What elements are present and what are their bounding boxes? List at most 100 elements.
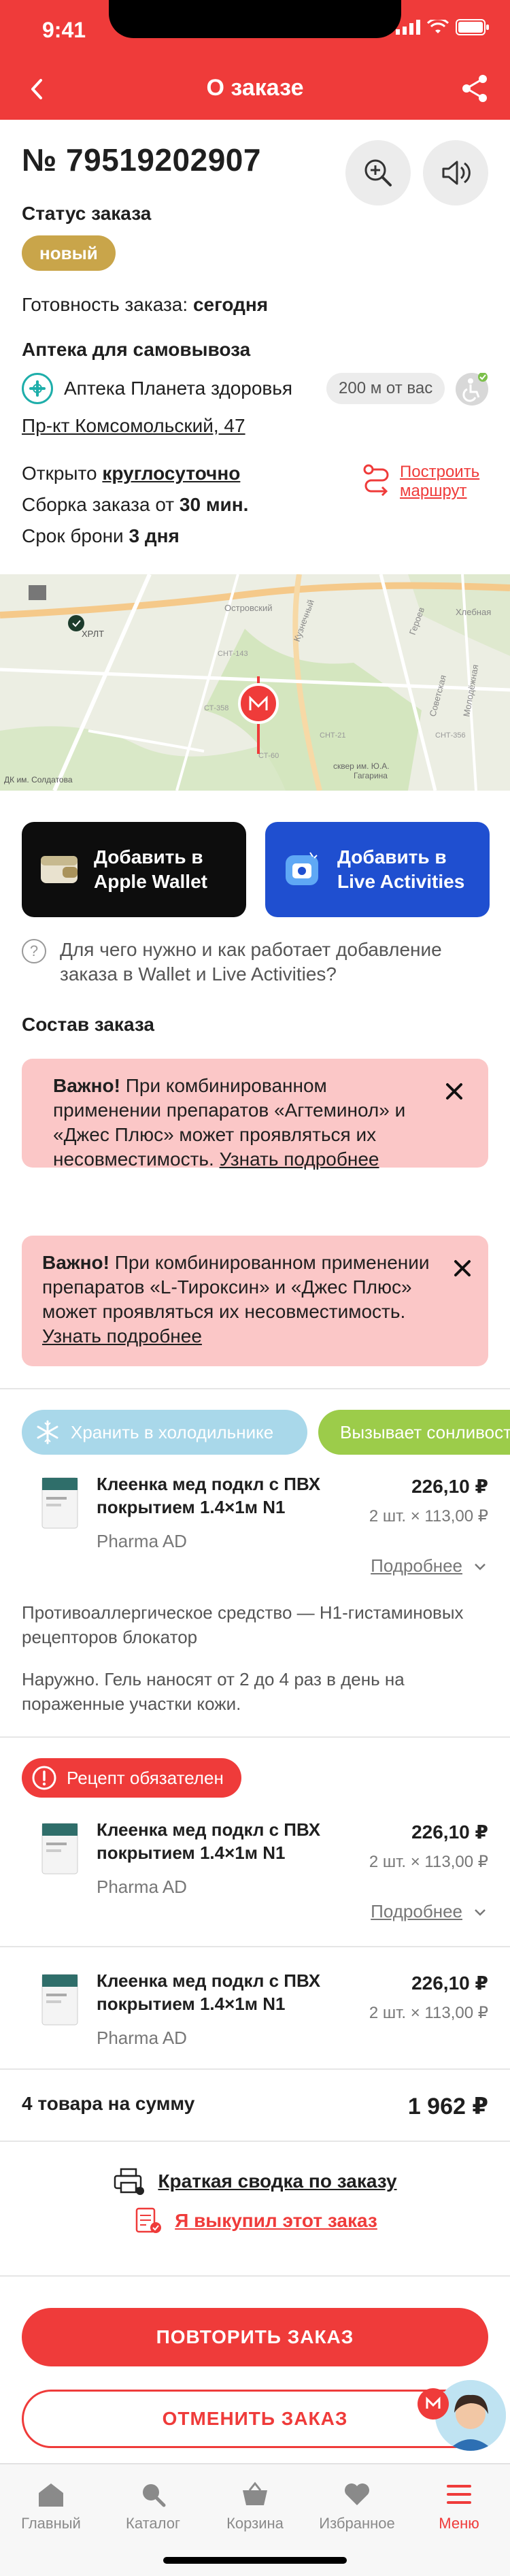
wallet-help[interactable]: ? Для чего нужно и как работает добавлен… — [22, 938, 491, 987]
divider — [0, 2068, 510, 2070]
divider — [0, 2141, 510, 2142]
tab-cart[interactable]: Корзина — [204, 2481, 306, 2532]
warning-card-2: Важно! При комбинированном применении пр… — [22, 1236, 488, 1366]
pharmacy-row: Аптека Планета здоровья — [22, 373, 292, 404]
close-icon[interactable] — [450, 1256, 475, 1281]
svg-text:ХРЛТ: ХРЛТ — [82, 629, 104, 639]
bought-label: Я выкупил этот заказ — [175, 2210, 377, 2231]
reserve-label: Срок брони — [22, 525, 124, 546]
prescription-badge-label: Рецепт обязателен — [67, 1767, 224, 1788]
route-icon — [363, 464, 389, 497]
svg-text:СТ-60: СТ-60 — [258, 752, 279, 760]
summary-label: 4 товара на сумму — [22, 2093, 195, 2114]
header: 9:41 О заказе — [0, 0, 510, 120]
chevron-down-icon — [475, 1563, 486, 1570]
product-image — [41, 1974, 78, 2026]
speaker-icon — [442, 161, 471, 185]
tab-catalog[interactable]: Каталог — [102, 2481, 204, 2532]
notch — [109, 0, 401, 38]
home-indicator — [163, 2557, 347, 2564]
zoom-button[interactable] — [345, 140, 411, 205]
item-qty: 2 шт. × 113,00 ₽ — [369, 2004, 488, 2022]
svg-text:СНТ-21: СНТ-21 — [320, 731, 346, 740]
repeat-order-button[interactable]: ПОВТОРИТЬ ЗАКАЗ — [22, 2308, 488, 2366]
prescription-badge: Рецепт обязателен — [22, 1758, 241, 1798]
chip-drowsy: Вызывает сонливость — [318, 1410, 510, 1455]
tab-favorites[interactable]: Избранное — [306, 2481, 408, 2532]
product-image — [41, 1823, 78, 1875]
item-more-toggle[interactable]: Подробнее — [371, 1901, 488, 1922]
tab-catalog-label: Каталог — [126, 2515, 180, 2532]
summary-total: 1 962 ₽ — [407, 2094, 488, 2119]
wallet-help-text: Для чего нужно и как работает добавление… — [60, 939, 442, 985]
sound-button[interactable] — [423, 140, 488, 205]
readiness-label: Готовность заказа: — [22, 294, 188, 315]
status-icons — [396, 19, 490, 35]
tab-cart-label: Корзина — [226, 2515, 284, 2532]
divider — [0, 1946, 510, 1947]
map-drawing: ХРЛТ Островский Кузнечный Героев Хлебная… — [0, 574, 510, 791]
tab-home[interactable]: Главный — [0, 2481, 102, 2532]
item-more-toggle[interactable]: Подробнее — [371, 1555, 488, 1576]
warning-2-link[interactable]: Узнать подробнее — [42, 1325, 202, 1347]
chip-cold: Хранить в холодильнике — [22, 1410, 307, 1455]
item-title: Клеенка мед подкл с ПВХ покрытием 1.4×1м… — [97, 1970, 321, 2014]
brief-summary-link[interactable]: Краткая сводка по заказу — [0, 2168, 510, 2195]
status-time: 9:41 — [42, 18, 86, 42]
warning-card-1: Важно! При комбинированном применении пр… — [22, 1059, 488, 1170]
item-description-1: Противоаллергическое средство — H1-гиста… — [22, 1602, 464, 1647]
bought-link[interactable]: Я выкупил этот заказ — [0, 2206, 510, 2236]
live-activities-button[interactable]: Добавить в Live Activities — [265, 822, 490, 917]
route-link[interactable]: Построить маршрут — [362, 463, 488, 501]
alert-icon — [32, 1766, 56, 1790]
brand-logo-icon — [426, 2396, 441, 2409]
item-price: 226,10 ₽ — [411, 1476, 488, 1497]
item-description-2: Наружно. Гель наносят от 2 до 4 раз в де… — [22, 1669, 405, 1714]
svg-text:СТ-358: СТ-358 — [204, 704, 228, 712]
warning-1-link[interactable]: Узнать подробнее — [220, 1149, 379, 1170]
item-price: 226,10 ₽ — [411, 1821, 488, 1843]
svg-text:Хлебная: Хлебная — [456, 607, 491, 617]
printer-icon — [114, 2168, 145, 2195]
heart-icon — [345, 2483, 369, 2505]
route-label[interactable]: Построить маршрут — [400, 463, 488, 501]
svg-text:Гагарина: Гагарина — [354, 771, 388, 780]
cart-icon — [243, 2481, 267, 2505]
pharmacy-address[interactable]: Пр-кт Комсомольский, 47 — [22, 415, 245, 437]
accessibility-icon — [456, 372, 488, 406]
item-price: 226,10 ₽ — [411, 1972, 488, 1994]
svg-text:сквер им. Ю.А.: сквер им. Ю.А. — [333, 761, 390, 771]
order-number: № 79519202907 — [22, 142, 261, 178]
brief-summary-label: Краткая сводка по заказу — [158, 2170, 397, 2192]
wifi-icon — [427, 20, 449, 33]
tab-menu-label: Меню — [439, 2515, 479, 2532]
share-icon[interactable] — [457, 71, 492, 106]
live-activities-label: Добавить в Live Activities — [337, 846, 465, 892]
warning-1-bold: Важно! — [53, 1075, 120, 1096]
map[interactable]: ХРЛТ Островский Кузнечный Героев Хлебная… — [0, 574, 510, 791]
chat-badge[interactable] — [418, 2388, 449, 2420]
reserve-value: 3 дня — [129, 525, 180, 546]
search-icon — [143, 2484, 166, 2507]
item-qty: 2 шт. × 113,00 ₽ — [369, 1507, 488, 1525]
status-bar: 9:41 — [0, 0, 510, 60]
receipt-icon — [135, 2207, 162, 2233]
signal-icon — [396, 20, 420, 35]
readiness-value: сегодня — [192, 294, 269, 315]
pharmacy-name: Аптека Планета здоровья — [64, 378, 293, 399]
apple-wallet-label: Добавить в Apple Wallet — [94, 846, 207, 892]
apple-wallet-button[interactable]: Добавить в Apple Wallet — [22, 822, 246, 917]
wallet-icon — [41, 856, 78, 883]
page-title: О заказе — [206, 75, 304, 101]
tab-home-label: Главный — [21, 2515, 81, 2532]
item-title: Клеенка мед подкл с ПВХ покрытием 1.4×1м… — [97, 1474, 321, 1517]
status-badge: новый — [22, 235, 116, 271]
chip-cold-label: Хранить в холодильнике — [71, 1421, 274, 1442]
open-value[interactable]: круглосуточно — [102, 463, 240, 484]
item-qty: 2 шт. × 113,00 ₽ — [369, 1853, 488, 1871]
svg-text:Островский: Островский — [224, 603, 273, 613]
nav-bar: О заказе — [0, 68, 510, 109]
close-icon[interactable] — [442, 1079, 466, 1104]
tab-menu[interactable]: Меню — [408, 2481, 510, 2532]
question-icon: ? — [22, 939, 46, 963]
